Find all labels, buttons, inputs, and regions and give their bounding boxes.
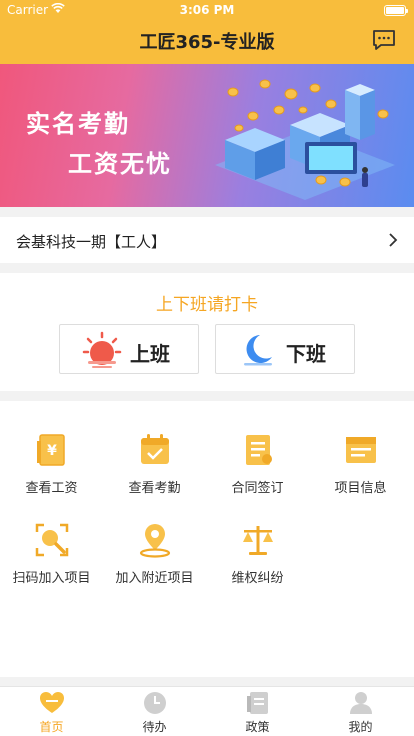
svg-text:¥: ¥	[47, 443, 57, 459]
tab-label: 待办	[142, 720, 167, 734]
menu-label: 加入附近项目	[115, 571, 194, 586]
menu-item-nearby[interactable]: 加入附近项目	[103, 522, 206, 586]
tab-home[interactable]: 首页	[0, 691, 103, 735]
policy-icon	[246, 692, 268, 714]
home-icon	[39, 692, 64, 713]
clock-in-button[interactable]: 上班	[59, 324, 199, 374]
scales-icon	[242, 526, 273, 555]
punch-hint: 上下班请打卡	[156, 295, 258, 315]
tab-policy[interactable]: 政策	[206, 691, 309, 735]
contract-icon	[245, 435, 272, 465]
clock-out-button[interactable]: 下班	[215, 324, 355, 374]
menu-item-contract[interactable]: 合同签订	[206, 432, 309, 496]
clock-in-label: 上班	[130, 342, 170, 366]
tab-bar: 首页 待办 政策 我的	[0, 686, 414, 736]
message-icon[interactable]	[372, 29, 396, 51]
clock-icon	[143, 692, 166, 714]
scan-icon	[35, 523, 68, 557]
tab-label: 我的	[348, 720, 373, 734]
menu-label: 合同签订	[231, 481, 284, 496]
page-title: 工匠365-专业版	[139, 32, 275, 53]
menu-item-project-info[interactable]: 项目信息	[309, 432, 412, 496]
menu-label: 查看工资	[25, 481, 78, 496]
punch-section: 上下班请打卡 上班 下班	[0, 273, 414, 391]
profile-icon	[349, 692, 372, 714]
tab-profile[interactable]: 我的	[309, 691, 412, 735]
menu-item-rights[interactable]: 维权纠纷	[206, 522, 309, 586]
battery-icon	[384, 5, 408, 16]
tab-todo[interactable]: 待办	[103, 691, 206, 735]
banner-line-2: 工资无忧	[68, 150, 172, 178]
salary-icon: ¥	[36, 434, 65, 466]
menu-item-scan[interactable]: 扫码加入项目	[0, 522, 103, 586]
menu-label: 扫码加入项目	[12, 571, 91, 586]
chevron-right-icon	[388, 232, 398, 252]
menu-label: 维权纠纷	[231, 571, 284, 586]
location-icon	[139, 524, 170, 558]
banner-line-1: 实名考勤	[26, 110, 130, 138]
banner-illustration	[215, 79, 395, 200]
feature-grid: ¥ 查看工资 查看考勤 合同签订 项目信息 扫码加入项目 加入附近项目 维权纠纷	[0, 401, 414, 677]
attendance-icon	[140, 434, 169, 464]
clock-out-label: 下班	[286, 342, 326, 366]
menu-item-salary[interactable]: ¥ 查看工资	[0, 432, 103, 496]
tab-label: 首页	[39, 720, 64, 734]
project-selector[interactable]: 会基科技一期【工人】	[0, 217, 414, 263]
menu-item-attendance[interactable]: 查看考勤	[103, 432, 206, 496]
tab-label: 政策	[245, 720, 270, 734]
project-info-icon	[345, 437, 376, 463]
project-name: 会基科技一期【工人】	[16, 233, 167, 251]
status-time: 3:06 PM	[179, 3, 235, 17]
menu-label: 查看考勤	[128, 481, 181, 496]
top-bar: Carrier 3:06 PM 工匠365-专业版	[0, 0, 414, 64]
moon-icon	[244, 335, 272, 366]
menu-label: 项目信息	[334, 481, 387, 496]
sun-icon	[82, 331, 122, 368]
promo-banner[interactable]: 实名考勤 工资无忧	[0, 64, 414, 207]
status-bar: Carrier 3:06 PM	[0, 0, 414, 20]
